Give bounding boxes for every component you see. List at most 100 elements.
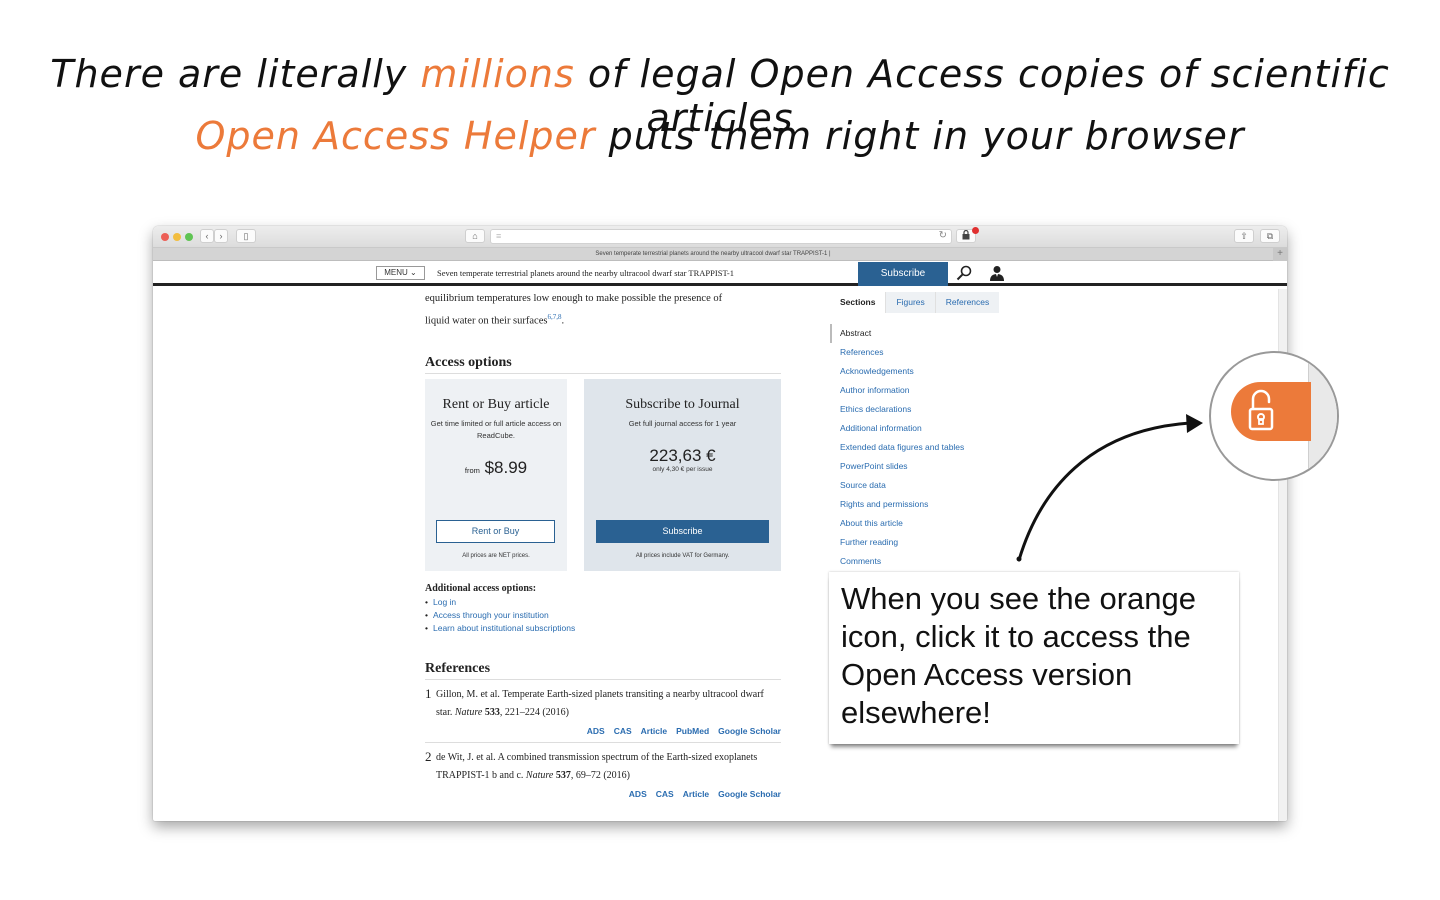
- article-link[interactable]: Article: [683, 789, 709, 799]
- ads-link[interactable]: ADS: [587, 726, 605, 736]
- share-icon: ⇧: [1240, 231, 1248, 241]
- tab-sections[interactable]: Sections: [830, 292, 886, 313]
- card-price: from $8.99: [464, 457, 528, 477]
- section-link-rights-permissions[interactable]: Rights and permissions: [830, 495, 1020, 514]
- open-access-helper-badge[interactable]: [1231, 382, 1311, 441]
- home-icon: ⌂: [472, 231, 478, 241]
- section-link-author-information[interactable]: Author information: [830, 381, 1020, 400]
- new-tab-button[interactable]: +: [1273, 248, 1287, 261]
- section-link-powerpoint-slides[interactable]: PowerPoint slides: [830, 457, 1020, 476]
- card-fine-print: All prices include VAT for Germany.: [635, 552, 730, 559]
- site-header: MENU ⌄ Seven temperate terrestrial plane…: [153, 262, 1287, 286]
- address-bar[interactable]: ≡ ↻: [490, 229, 952, 244]
- search-icon[interactable]: [956, 265, 972, 281]
- headline-line-2: Open Access Helper puts them right in yo…: [0, 114, 1440, 158]
- section-link-acknowledgements[interactable]: Acknowledgements: [830, 362, 1020, 381]
- institution-access-link[interactable]: Access through your institution: [425, 609, 781, 622]
- references-heading: References: [425, 661, 781, 680]
- forward-button[interactable]: ›: [214, 229, 228, 243]
- sidebar-toggle-button[interactable]: ▯: [236, 229, 256, 243]
- home-button[interactable]: ⌂: [465, 229, 485, 243]
- card-title: Rent or Buy article: [442, 396, 550, 412]
- show-tabs-button[interactable]: ⧉: [1260, 229, 1280, 243]
- article-body: equilibrium temperatures low enough to m…: [425, 289, 781, 805]
- cas-link[interactable]: CAS: [614, 726, 632, 736]
- article-link[interactable]: Article: [641, 726, 667, 736]
- access-options-heading: Access options: [425, 355, 781, 374]
- sidebar-icon: ▯: [243, 231, 249, 241]
- card-description: Get time limited or full article access …: [430, 418, 562, 440]
- section-link-comments[interactable]: Comments: [830, 552, 1020, 571]
- user-account-icon[interactable]: [990, 265, 1004, 281]
- reload-icon[interactable]: ↻: [939, 230, 947, 241]
- headline-text: puts them right in your browser: [595, 114, 1245, 158]
- share-button[interactable]: ⇧: [1234, 229, 1254, 243]
- navigation-tabs: Sections Figures References: [830, 292, 1020, 313]
- zoom-window-button[interactable]: [185, 233, 193, 241]
- section-link-abstract[interactable]: Abstract: [830, 324, 1020, 343]
- log-in-link[interactable]: Log in: [425, 596, 781, 609]
- card-description: Get full journal access for 1 year: [628, 418, 737, 428]
- magnified-scrollbar: [1308, 353, 1337, 479]
- card-fine-print: All prices are NET prices.: [462, 552, 530, 559]
- google-scholar-link[interactable]: Google Scholar: [718, 726, 781, 736]
- tabs-icon: ⧉: [1266, 231, 1274, 241]
- additional-access-heading: Additional access options:: [425, 582, 537, 594]
- article-title: Seven temperate terrestrial planets arou…: [437, 268, 734, 278]
- tab-figures[interactable]: Figures: [885, 292, 935, 313]
- lock-icon: [962, 229, 970, 240]
- subscribe-journal-card: Subscribe to Journal Get full journal ac…: [584, 378, 781, 571]
- reference-links: ADS CAS Article Google Scholar: [425, 789, 781, 799]
- minimize-window-button[interactable]: [173, 233, 181, 241]
- section-link-ethics-declarations[interactable]: Ethics declarations: [830, 400, 1020, 419]
- rent-or-buy-button[interactable]: Rent or Buy: [436, 519, 555, 543]
- back-icon: ‹: [205, 231, 209, 241]
- close-window-button[interactable]: [161, 233, 169, 241]
- menu-button[interactable]: MENU ⌄: [376, 266, 425, 280]
- card-price-note: only 4,30 € per issue: [652, 465, 713, 473]
- article-navigation: Sections Figures References Abstract Ref…: [830, 292, 1020, 571]
- reference-item: 2 de Wit, J. et al. A combined transmiss…: [425, 743, 781, 805]
- open-access-extension-button[interactable]: [956, 227, 979, 243]
- magnifier-zoom: [1209, 351, 1339, 481]
- tab-references[interactable]: References: [934, 292, 1000, 313]
- article-paragraph: equilibrium temperatures low enough to m…: [425, 293, 723, 327]
- subscribe-header-button[interactable]: Subscribe: [858, 262, 948, 286]
- tab-bar: Seven temperate terrestrial planets arou…: [153, 248, 1287, 261]
- section-link-source-data[interactable]: Source data: [830, 476, 1020, 495]
- cas-link[interactable]: CAS: [656, 789, 674, 799]
- institutional-subscriptions-link[interactable]: Learn about institutional subscriptions: [425, 622, 781, 635]
- browser-toolbar: ‹ › ▯ ⌂ ≡ ↻ ⇧ ⧉: [153, 226, 1287, 248]
- reference-text: de Wit, J. et al. A combined transmissio…: [436, 751, 758, 781]
- subscribe-journal-button[interactable]: Subscribe: [596, 519, 769, 543]
- section-link-about-article[interactable]: About this article: [830, 514, 1020, 533]
- headline-text: There are literally: [50, 52, 421, 96]
- reader-icon[interactable]: ≡: [496, 231, 501, 241]
- citation-link[interactable]: 6,7,8: [547, 313, 561, 321]
- rent-or-buy-card: Rent or Buy article Get time limited or …: [425, 378, 567, 571]
- headline-accent-millions: millions: [420, 52, 575, 96]
- active-tab[interactable]: Seven temperate terrestrial planets arou…: [153, 248, 1273, 261]
- open-lock-icon: [1248, 389, 1274, 431]
- reference-number: 2: [425, 748, 432, 764]
- card-price: 223,63 €: [649, 445, 716, 465]
- access-options-cards: Rent or Buy article Get time limited or …: [425, 378, 781, 571]
- additional-access-list: Log in Access through your institution L…: [425, 596, 781, 635]
- section-link-further-reading[interactable]: Further reading: [830, 533, 1020, 552]
- pubmed-link[interactable]: PubMed: [676, 726, 709, 736]
- instruction-callout: When you see the orange icon, click it t…: [829, 572, 1239, 744]
- reference-links: ADS CAS Article PubMed Google Scholar: [425, 726, 781, 736]
- reference-text: Gillon, M. et al. Temperate Earth-sized …: [436, 688, 764, 718]
- section-link-additional-information[interactable]: Additional information: [830, 419, 1020, 438]
- forward-icon: ›: [219, 231, 223, 241]
- card-title: Subscribe to Journal: [625, 396, 740, 412]
- section-link-references[interactable]: References: [830, 343, 1020, 362]
- sections-list: Abstract References Acknowledgements Aut…: [830, 324, 1020, 571]
- reference-number: 1: [425, 685, 432, 701]
- back-button[interactable]: ‹: [200, 229, 214, 243]
- notification-badge: [972, 227, 979, 234]
- plus-icon: +: [1277, 248, 1283, 259]
- ads-link[interactable]: ADS: [629, 789, 647, 799]
- section-link-extended-data[interactable]: Extended data figures and tables: [830, 438, 1020, 457]
- google-scholar-link[interactable]: Google Scholar: [718, 789, 781, 799]
